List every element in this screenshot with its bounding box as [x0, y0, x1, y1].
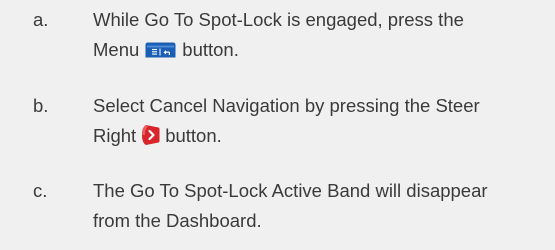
step-line-1: The Go To Spot-Lock Active Band will dis…: [93, 180, 488, 201]
step-text-after-icon: button.: [182, 39, 239, 60]
instruction-list: a. While Go To Spot-Lock is engaged, pre…: [0, 0, 555, 250]
step-text-before-icon: Right: [93, 125, 137, 146]
step-line-1: While Go To Spot-Lock is engaged, press …: [93, 9, 464, 30]
steer-right-icon: [141, 124, 160, 146]
step-text-before-icon: Menu: [93, 39, 140, 60]
step-text: While Go To Spot-Lock is engaged, press …: [93, 6, 548, 66]
step-letter: a.: [33, 9, 49, 30]
step-text: The Go To Spot-Lock Active Band will dis…: [93, 177, 548, 237]
menu-button-icon: [144, 39, 177, 58]
step-text-after-icon: button.: [165, 125, 222, 146]
step-line-2: from the Dashboard.: [93, 210, 262, 231]
step-line-2: Menu button.: [93, 36, 548, 66]
step-line-2: Right button.: [93, 122, 548, 152]
step-letter: b.: [33, 95, 49, 116]
step-text: Select Cancel Navigation by pressing the…: [93, 92, 548, 152]
step-letter: c.: [33, 180, 48, 201]
step-line-1: Select Cancel Navigation by pressing the…: [93, 95, 480, 116]
